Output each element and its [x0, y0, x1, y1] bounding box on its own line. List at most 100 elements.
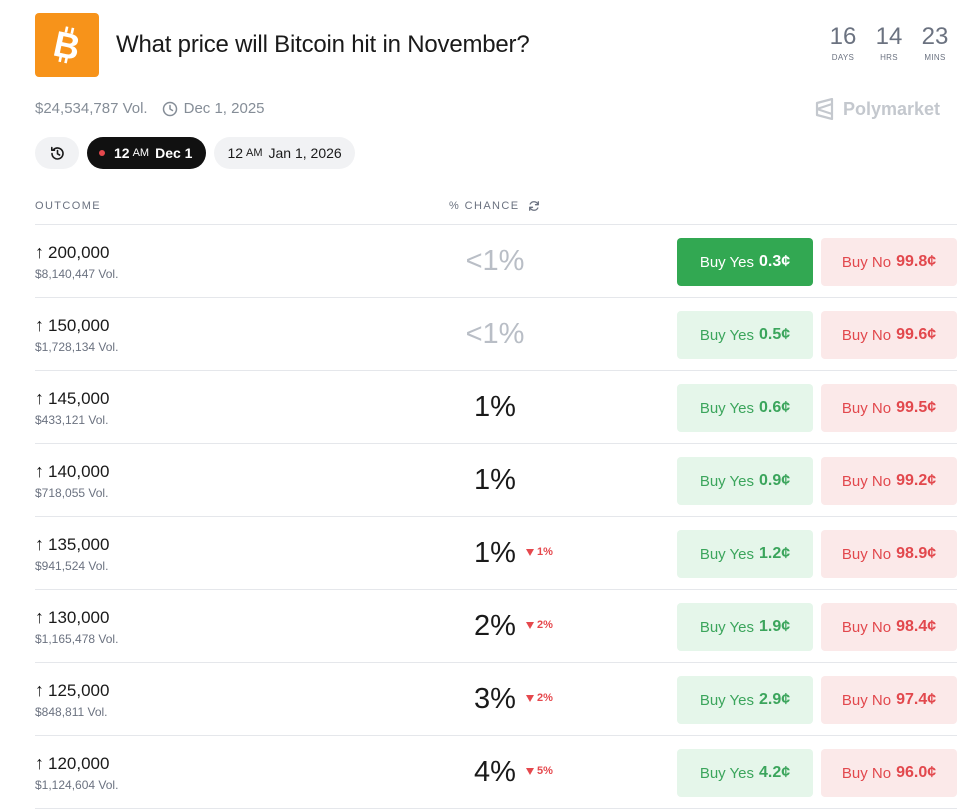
buy-no-button[interactable]: Buy No 99.8¢: [821, 238, 957, 286]
outcome-volume: $848,811 Vol.: [35, 705, 108, 719]
buy-no-label: Buy No: [841, 764, 892, 782]
countdown-days-value: 16: [829, 23, 857, 50]
buy-yes-button[interactable]: Buy Yes 4.2¢: [677, 749, 813, 797]
buy-yes-label: Buy Yes: [699, 545, 755, 563]
countdown: 16 DAYS 14 HRS 23 MINS: [826, 23, 952, 63]
market-end-date: Dec 1, 2025: [183, 100, 265, 117]
table-row[interactable]: ↑ 150,000 $1,728,134 Vol. <1% Buy Yes 0.5¢ Buy…: [35, 298, 957, 371]
outcome-cell: ↑ 140,000 $718,055 Vol.: [35, 461, 109, 500]
buy-yes-button[interactable]: Buy Yes 1.2¢: [677, 530, 813, 578]
buy-no-button[interactable]: Buy No 99.5¢: [821, 384, 957, 432]
buy-yes-price: 1.9¢: [759, 618, 791, 635]
outcome-cell: ↑ 125,000 $848,811 Vol.: [35, 680, 109, 719]
buy-yes-button[interactable]: Buy Yes 0.5¢: [677, 311, 813, 359]
outcome-cell: ↑ 200,000 $8,140,447 Vol.: [35, 242, 118, 281]
outcome-label: 120,000: [48, 753, 110, 773]
outcome-name: ↑ 150,000: [35, 315, 118, 336]
arrow-down-icon: [526, 767, 534, 775]
buy-yes-price: 1.2¢: [759, 545, 791, 562]
outcome-cell: ↑ 120,000 $1,124,604 Vol.: [35, 753, 118, 792]
live-dot: [99, 150, 105, 156]
table-row[interactable]: ↑ 140,000 $718,055 Vol. 1% Buy Yes 0.9¢ Buy No…: [35, 444, 957, 517]
arrow-down-icon: [526, 621, 534, 629]
history-button[interactable]: [35, 137, 79, 169]
buy-no-button[interactable]: Buy No 98.4¢: [821, 603, 957, 651]
buy-yes-button[interactable]: Buy Yes 1.9¢: [677, 603, 813, 651]
chance-change-value: 5%: [537, 765, 553, 777]
outcome-label: 135,000: [48, 534, 110, 554]
brand[interactable]: Polymarket: [815, 98, 940, 120]
market-volume: $24,534,787 Vol.: [35, 100, 148, 117]
outcome-name: ↑ 200,000: [35, 242, 118, 263]
countdown-mins-label: MINS: [924, 53, 946, 62]
bitcoin-icon: B: [50, 25, 84, 65]
outcome-volume: $1,165,478 Vol.: [35, 632, 119, 646]
countdown-mins-value: 23: [921, 23, 949, 50]
arrow-up-icon: ↑: [35, 607, 44, 627]
arrow-up-icon: ↑: [35, 242, 44, 262]
filter-jan-1-date: Jan 1, 2026: [268, 145, 342, 161]
market-meta: $24,534,787 Vol. Dec 1, 2025: [35, 100, 265, 117]
buy-yes-price: 0.3¢: [759, 253, 791, 270]
buy-yes-price: 0.5¢: [759, 326, 791, 343]
filter-dec-1[interactable]: 12 AM Dec 1: [87, 137, 207, 169]
outcome-volume: $718,055 Vol.: [35, 486, 109, 500]
arrow-down-icon: [526, 694, 534, 702]
outcome-label: 200,000: [48, 242, 110, 262]
countdown-days-label: DAYS: [831, 53, 855, 62]
buy-yes-button[interactable]: Buy Yes 0.9¢: [677, 457, 813, 505]
table-row[interactable]: ↑ 120,000 $1,124,604 Vol. 4% 5% Buy Yes 4.2¢ Bu…: [35, 736, 957, 809]
table-row[interactable]: ↑ 200,000 $8,140,447 Vol. <1% Buy Yes 0.3¢ Buy…: [35, 225, 957, 298]
buy-yes-label: Buy Yes: [699, 472, 755, 490]
outcome-chance: <1%: [465, 245, 525, 277]
buy-yes-price: 0.9¢: [759, 472, 791, 489]
outcome-label: 125,000: [48, 680, 110, 700]
outcome-cell: ↑ 135,000 $941,524 Vol.: [35, 534, 109, 573]
outcome-name: ↑ 145,000: [35, 388, 109, 409]
buy-no-price: 96.0¢: [896, 764, 937, 781]
refresh-icon[interactable]: [528, 200, 540, 212]
buy-yes-label: Buy Yes: [699, 399, 755, 417]
table-row[interactable]: ↑ 135,000 $941,524 Vol. 1% 1% Buy Yes 1.2¢ Buy …: [35, 517, 957, 590]
arrow-up-icon: ↑: [35, 753, 44, 773]
arrow-up-icon: ↑: [35, 461, 44, 481]
market-title: What price will Bitcoin hit in November?: [116, 31, 530, 58]
countdown-days: 16 DAYS: [826, 23, 860, 63]
outcome-volume: $8,140,447 Vol.: [35, 267, 119, 281]
buy-yes-price: 0.6¢: [759, 399, 791, 416]
table-row[interactable]: ↑ 130,000 $1,165,478 Vol. 2% 2% Buy Yes 1.9¢ Bu…: [35, 590, 957, 663]
buy-yes-button[interactable]: Buy Yes 0.6¢: [677, 384, 813, 432]
buy-yes-button[interactable]: Buy Yes 0.3¢: [677, 238, 813, 286]
buy-no-price: 98.4¢: [896, 618, 937, 635]
buy-no-button[interactable]: Buy No 97.4¢: [821, 676, 957, 724]
arrow-up-icon: ↑: [35, 315, 44, 335]
arrow-up-icon: ↑: [35, 680, 44, 700]
buy-no-button[interactable]: Buy No 99.6¢: [821, 311, 957, 359]
table-row[interactable]: ↑ 125,000 $848,811 Vol. 3% 2% Buy Yes 2.9¢ Buy …: [35, 663, 957, 736]
buy-no-button[interactable]: Buy No 96.0¢: [821, 749, 957, 797]
arrow-up-icon: ↑: [35, 388, 44, 408]
buy-no-button[interactable]: Buy No 99.2¢: [821, 457, 957, 505]
countdown-hrs-value: 14: [875, 23, 903, 50]
outcome-name: ↑ 125,000: [35, 680, 109, 701]
outcome-label: 150,000: [48, 315, 110, 335]
outcome-volume: $1,728,134 Vol.: [35, 340, 119, 354]
outcome-name: ↑ 130,000: [35, 607, 118, 628]
buy-no-price: 97.4¢: [896, 691, 937, 708]
table-row[interactable]: ↑ 145,000 $433,121 Vol. 1% Buy Yes 0.6¢ Buy No…: [35, 371, 957, 444]
outcome-name: ↑ 140,000: [35, 461, 109, 482]
outcome-label: 145,000: [48, 388, 110, 408]
buy-no-label: Buy No: [841, 326, 892, 344]
clock-icon: [162, 101, 177, 116]
buy-yes-button[interactable]: Buy Yes 2.9¢: [677, 676, 813, 724]
outcome-name: ↑ 135,000: [35, 534, 109, 555]
outcome-name: ↑ 120,000: [35, 753, 118, 774]
history-icon: [50, 146, 64, 160]
outcome-chance: 1%: [474, 464, 516, 496]
countdown-hrs: 14 HRS: [872, 23, 906, 63]
buy-no-button[interactable]: Buy No 98.9¢: [821, 530, 957, 578]
outcome-cell: ↑ 145,000 $433,121 Vol.: [35, 388, 109, 427]
buy-yes-label: Buy Yes: [699, 326, 755, 344]
date-filters: 12 AM Dec 1 12 AM Jan 1, 2026: [35, 137, 355, 169]
filter-jan-1[interactable]: 12 AM Jan 1, 2026: [214, 137, 355, 169]
